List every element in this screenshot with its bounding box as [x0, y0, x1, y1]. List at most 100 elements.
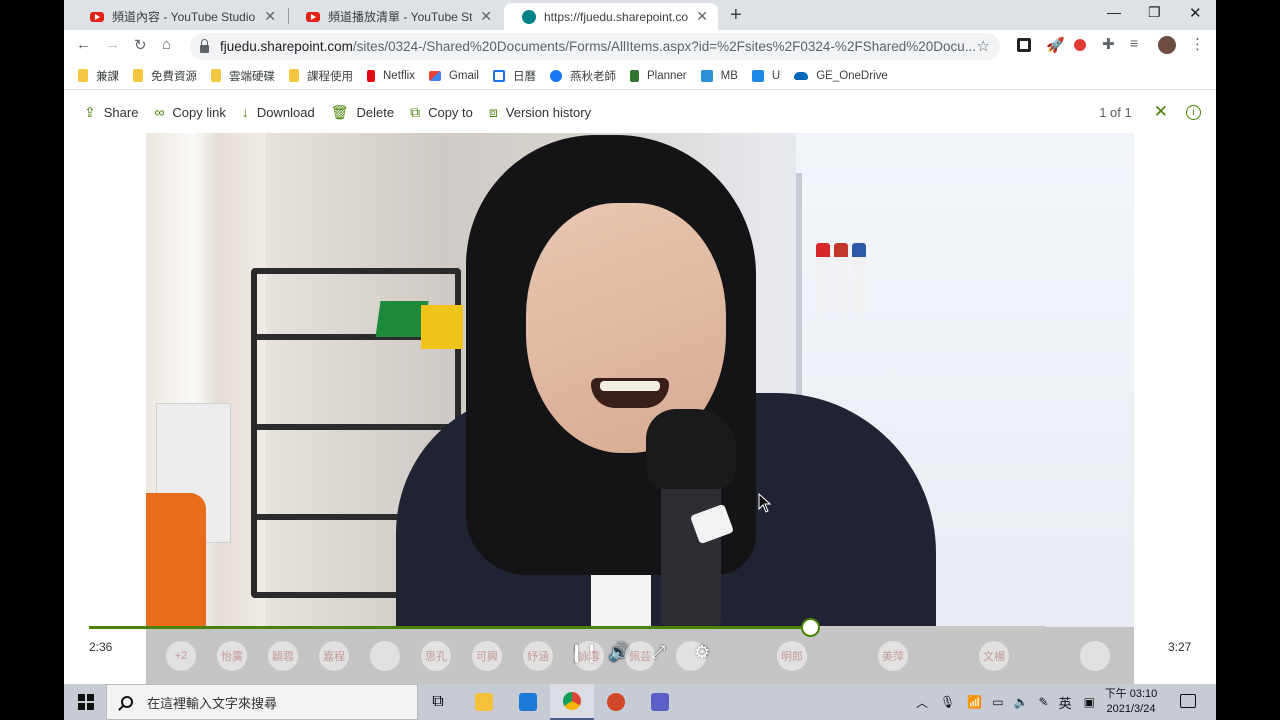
share-icon: ⇪	[84, 103, 96, 120]
youtube-icon	[90, 11, 104, 22]
video-player[interactable]: 2:36 3:27 ❙❙ 🔊 ⤢ ⚙ +2怡霙穎蓉嘉程思孔可興妤涵詠蓉佩芸明郎美…	[64, 133, 1216, 684]
battery-icon[interactable]: ▭	[992, 695, 1003, 709]
wifi-icon[interactable]: 📶	[967, 695, 982, 709]
share-button[interactable]: ⇪ Share	[84, 104, 138, 121]
windows-taskbar: 在這裡輸入文字來搜尋 ⧉ ︿ 🎙 📶 ▭ 🔈 ✎ 英 ▣ 下午 03:10 20…	[64, 684, 1216, 720]
video-frame[interactable]	[146, 133, 1134, 627]
reload-icon[interactable]: ↻	[134, 36, 147, 54]
mouse-cursor-icon	[758, 493, 772, 513]
navigation-bar: ← → ↻ ⌂ fjuedu.sharepoint.com /sites/032…	[64, 30, 1216, 62]
copy-to-button[interactable]: ⧉ Copy to	[410, 104, 473, 121]
qr-extension-icon[interactable]	[1017, 38, 1031, 52]
notification-center-icon[interactable]	[1180, 694, 1196, 708]
back-arrow-icon[interactable]: ←	[76, 36, 91, 53]
tab-sharepoint[interactable]: https://fjuedu.sharepoint.com/ ✕	[504, 3, 718, 30]
close-tab-icon[interactable]: ✕	[696, 8, 708, 25]
share-label: Share	[103, 104, 139, 120]
record-extension-icon[interactable]	[1074, 39, 1086, 51]
folder-icon	[211, 69, 221, 82]
address-bar[interactable]: fjuedu.sharepoint.com /sites/0324-/Share…	[190, 33, 1000, 60]
file-viewer-toolbar: ⇪ Share ∞ Copy link ↓ Download 🗑 Delete ⧉ Cop…	[64, 91, 1216, 133]
ime-mode-icon[interactable]: ▣	[1084, 695, 1095, 709]
gmail-icon	[428, 70, 441, 81]
close-tab-icon[interactable]: ✕	[480, 8, 492, 25]
copy-icon: ⧉	[410, 103, 421, 120]
bookmark-item[interactable]: 兼課	[78, 68, 119, 84]
windows-start-icon[interactable]	[78, 694, 94, 710]
participant-avatar: 妤涵	[523, 641, 553, 671]
clock-time: 下午 03:10	[1104, 688, 1158, 700]
microphone-icon[interactable]: 🎙	[940, 695, 955, 709]
link-icon: ∞	[154, 104, 165, 120]
tab-youtube-studio-playlists[interactable]: 頻道播放清單 - YouTube Studio ✕	[288, 3, 502, 30]
pen-icon[interactable]: ✎	[1039, 695, 1049, 709]
close-viewer-icon[interactable]: ✕	[1154, 102, 1168, 122]
task-view-button[interactable]: ⧉	[416, 684, 460, 720]
copy-link-button[interactable]: ∞ Copy link	[154, 104, 225, 120]
seek-handle[interactable]	[801, 618, 820, 637]
delete-button[interactable]: 🗑 Delete	[331, 104, 394, 121]
bookmark-item[interactable]: U	[751, 69, 781, 82]
more-menu-icon[interactable]: ⋮	[1190, 35, 1205, 53]
app-icon	[519, 693, 537, 711]
copy-to-label: Copy to	[428, 104, 473, 120]
search-placeholder: 在這裡輸入文字來搜尋	[147, 695, 278, 711]
ime-indicator[interactable]: 英	[1059, 693, 1072, 712]
file-explorer-button[interactable]	[462, 684, 506, 720]
taskbar-search-input[interactable]: 在這裡輸入文字來搜尋	[106, 684, 418, 720]
rocket-extension-icon[interactable]: 🚀	[1046, 36, 1065, 54]
duration: 3:27	[1168, 640, 1192, 654]
participant-avatar: 明郎	[777, 641, 807, 671]
download-button[interactable]: ↓ Download	[242, 104, 315, 120]
chrome-button[interactable]	[550, 684, 594, 720]
bookmark-label: GE_OneDrive	[816, 69, 888, 82]
folder-icon	[78, 69, 88, 82]
tab-strip: 頻道內容 - YouTube Studio ✕ 頻道播放清單 - YouTube…	[64, 0, 1216, 30]
bookmark-item[interactable]: MB	[700, 69, 738, 82]
file-counter: 1 of 1	[1099, 104, 1132, 120]
letterbox-left	[0, 0, 64, 684]
bookmark-item[interactable]: Gmail	[428, 70, 479, 82]
minimize-icon[interactable]: —	[1107, 4, 1121, 20]
teams-button[interactable]	[638, 684, 682, 720]
viewer-nav: 1 of 1 ✕ i	[1099, 102, 1201, 122]
bookmark-star-icon[interactable]: ☆	[977, 37, 990, 55]
lock-icon	[200, 38, 209, 53]
tray-chevron-icon[interactable]: ︿	[916, 694, 928, 711]
bookmark-item[interactable]: 課程使用	[289, 68, 353, 84]
bookmark-item[interactable]: 燕秋老師	[549, 68, 616, 84]
netflix-icon	[367, 69, 375, 82]
bookmark-item[interactable]: Netflix	[367, 69, 415, 82]
home-icon[interactable]: ⌂	[162, 36, 171, 53]
reading-list-icon[interactable]: ≡	[1130, 35, 1144, 51]
video-markers	[816, 243, 878, 323]
close-tab-icon[interactable]: ✕	[264, 8, 276, 25]
powerpoint-button[interactable]	[594, 684, 638, 720]
participant-avatar	[1080, 641, 1110, 671]
folder-icon	[475, 693, 493, 711]
forward-arrow-icon[interactable]: →	[105, 36, 120, 53]
letterbox-right	[1216, 0, 1280, 684]
version-history-button[interactable]: ⧈ Version history	[489, 104, 591, 121]
participant-avatar: 怡霙	[217, 641, 247, 671]
download-label: Download	[256, 104, 315, 120]
close-window-icon[interactable]: ✕	[1189, 4, 1202, 22]
planner-icon	[629, 69, 639, 82]
bookmark-item[interactable]: GE_OneDrive	[794, 70, 888, 82]
new-tab-button[interactable]: +	[730, 4, 742, 27]
speaker-icon[interactable]: 🔈	[1014, 695, 1029, 709]
restore-icon[interactable]: ❐	[1148, 4, 1161, 21]
tab-youtube-studio-content[interactable]: 頻道內容 - YouTube Studio ✕	[72, 3, 286, 30]
url-host: fjuedu.sharepoint.com	[220, 39, 353, 54]
bookmark-item[interactable]: 雲端硬碟	[211, 68, 275, 84]
profile-avatar[interactable]	[1158, 36, 1176, 54]
app-button[interactable]	[506, 684, 550, 720]
extensions-puzzle-icon[interactable]: ✚	[1102, 35, 1116, 53]
bookmark-item[interactable]: Planner	[629, 69, 687, 82]
bookmark-item[interactable]: 免費資源	[133, 68, 197, 84]
info-icon[interactable]: i	[1186, 104, 1201, 120]
bookmark-label: U	[771, 69, 781, 82]
bookmark-item[interactable]: 日曆	[492, 68, 536, 84]
participant-avatar: 詠蓉	[574, 641, 604, 671]
clock[interactable]: 下午 03:10 2021/3/24	[1096, 687, 1166, 717]
